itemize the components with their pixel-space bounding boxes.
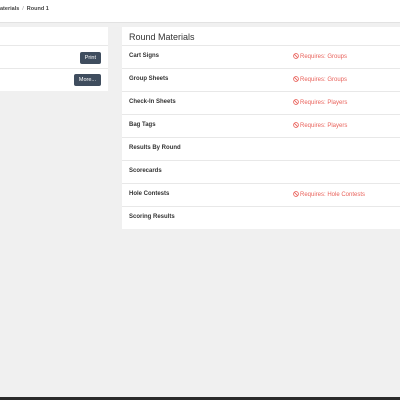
material-name: Cart Signs	[129, 53, 160, 59]
material-name: Check-In Sheets	[129, 99, 176, 105]
requirement-text: Requires: Groups	[300, 77, 348, 83]
requirement-label: Requires: Groups	[293, 53, 347, 60]
material-row[interactable]: Scoring Results	[122, 206, 400, 230]
left-row-print: Print	[0, 45, 108, 69]
requirement-label: Requires: Groups	[293, 76, 347, 83]
requirement-text: Requires: Hole Contests	[300, 192, 366, 198]
left-row-more: More...	[0, 68, 108, 92]
material-name: Results By Round	[129, 145, 181, 151]
top-bar: aterials / Round 1	[0, 0, 400, 23]
print-button[interactable]: Print	[79, 52, 101, 64]
ban-icon	[293, 53, 299, 59]
more-button[interactable]: More...	[73, 74, 101, 86]
breadcrumb-item-round: Round 1	[26, 6, 49, 12]
requirement-text: Requires: Groups	[300, 54, 348, 60]
left-panel: Print More...	[0, 27, 108, 91]
material-name: Group Sheets	[129, 76, 169, 82]
material-name: Hole Contests	[129, 191, 170, 197]
ban-icon	[293, 76, 299, 82]
requirement-label: Requires: Players	[293, 99, 347, 106]
material-name: Scorecards	[129, 168, 162, 174]
material-row[interactable]: Scorecards	[122, 160, 400, 184]
breadcrumb-item-materials[interactable]: aterials	[0, 6, 19, 12]
round-materials-panel: Round Materials Cart Signs Requires: Gro…	[122, 27, 400, 229]
requirement-text: Requires: Players	[300, 100, 348, 106]
breadcrumb-separator: /	[22, 6, 24, 12]
material-row[interactable]: Check-In Sheets Requires: Players	[122, 91, 400, 115]
panel-title: Round Materials	[129, 32, 195, 42]
material-row[interactable]: Results By Round	[122, 137, 400, 161]
requirement-text: Requires: Players	[300, 123, 348, 129]
material-row[interactable]: Cart Signs Requires: Groups	[122, 45, 400, 69]
breadcrumb: aterials / Round 1	[0, 6, 49, 12]
ban-icon	[293, 99, 299, 105]
ban-icon	[293, 122, 299, 128]
requirement-label: Requires: Hole Contests	[293, 191, 365, 198]
material-name: Bag Tags	[129, 122, 156, 128]
material-row[interactable]: Hole Contests Requires: Hole Contests	[122, 183, 400, 207]
material-row[interactable]: Group Sheets Requires: Groups	[122, 68, 400, 92]
material-name: Scoring Results	[129, 214, 175, 220]
material-row[interactable]: Bag Tags Requires: Players	[122, 114, 400, 138]
ban-icon	[293, 191, 299, 197]
requirement-label: Requires: Players	[293, 122, 347, 129]
